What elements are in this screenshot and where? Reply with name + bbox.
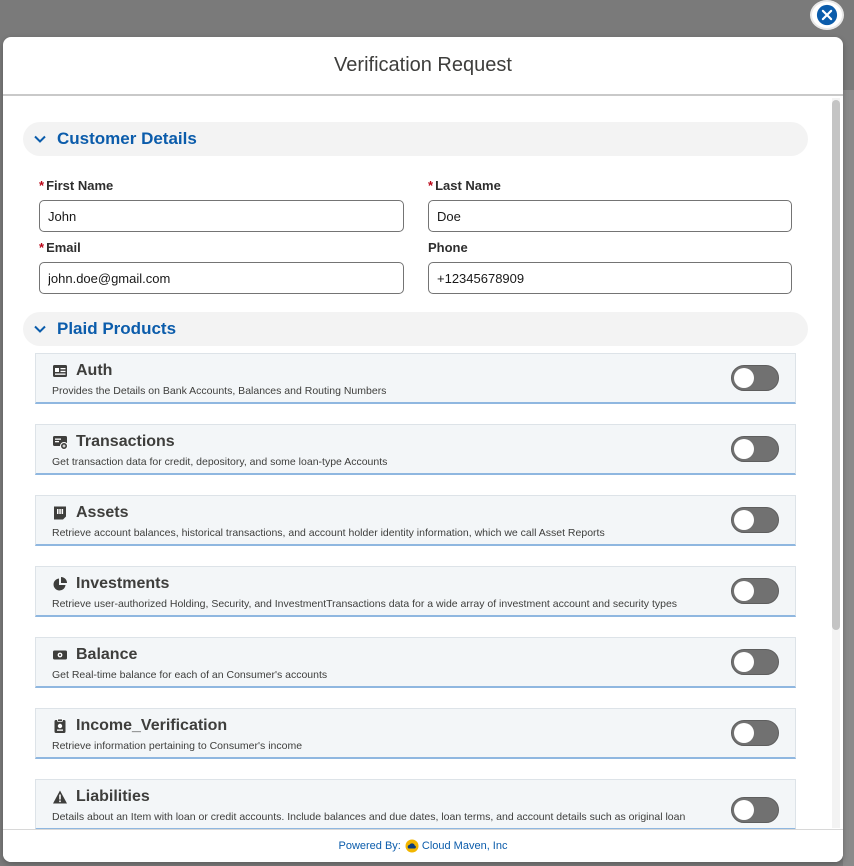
liabilities-toggle[interactable] bbox=[731, 797, 779, 823]
id-card-icon bbox=[52, 363, 68, 379]
powered-by-label: Powered By: bbox=[338, 840, 401, 852]
email-label: * Email bbox=[39, 240, 81, 255]
products-list: Auth Provides the Details on Bank Accoun… bbox=[23, 353, 809, 829]
first-name-input[interactable] bbox=[39, 200, 404, 232]
transactions-icon bbox=[52, 434, 68, 450]
balance-toggle[interactable] bbox=[731, 649, 779, 675]
modal-body: Customer Details *First Name *Last Name … bbox=[3, 96, 843, 829]
product-name: Auth bbox=[76, 362, 113, 379]
required-marker: * bbox=[39, 178, 45, 193]
phone-label: Phone bbox=[428, 240, 468, 255]
product-card-income-verification: Income_Verification Retrieve information… bbox=[35, 708, 796, 759]
customer-form: *First Name *Last Name *Email Phone bbox=[23, 178, 809, 302]
product-name: Investments bbox=[76, 575, 170, 592]
section-title: Plaid Products bbox=[57, 319, 177, 338]
toggle-knob bbox=[734, 581, 754, 601]
email-input[interactable] bbox=[39, 262, 404, 294]
product-description: Retrieve information pertaining to Consu… bbox=[52, 740, 303, 752]
toggle-knob bbox=[734, 368, 754, 388]
transactions-toggle[interactable] bbox=[731, 436, 779, 462]
first-name-label: * First Name bbox=[39, 178, 114, 193]
investments-toggle[interactable] bbox=[731, 578, 779, 604]
last-name-field: * Last Name bbox=[428, 178, 792, 232]
product-description: Details about an Item with loan or credi… bbox=[52, 811, 686, 823]
product-card-investments: Investments Retrieve user-authorized Hol… bbox=[35, 566, 796, 617]
product-name: Income_Verification bbox=[76, 717, 228, 734]
assets-icon bbox=[52, 505, 68, 521]
phone-field: Phone bbox=[428, 240, 792, 294]
income-icon bbox=[52, 718, 68, 734]
verification-modal: Verification Request Customer Details * F… bbox=[3, 37, 843, 862]
product-card-balance: Balance Get Real-time balance for each o… bbox=[35, 637, 796, 688]
product-card-liabilities: Liabilities Details about an Item with l… bbox=[35, 779, 796, 829]
product-description: Retrieve account balances, historical tr… bbox=[52, 527, 605, 539]
toggle-knob bbox=[734, 439, 754, 459]
product-name: Transactions bbox=[76, 433, 175, 450]
close-icon bbox=[816, 4, 838, 26]
modal-title: Verification Request bbox=[334, 54, 512, 76]
modal-header: Verification Request bbox=[3, 37, 843, 96]
product-card-transactions: Transactions Get transaction data for cr… bbox=[35, 424, 796, 475]
required-marker: * bbox=[428, 178, 434, 193]
toggle-knob bbox=[734, 800, 754, 820]
auth-toggle[interactable] bbox=[731, 365, 779, 391]
section-header-customer-details[interactable]: Customer Details bbox=[23, 122, 808, 156]
close-button[interactable] bbox=[810, 0, 844, 30]
required-marker: * bbox=[39, 240, 45, 255]
product-name: Balance bbox=[76, 646, 138, 663]
income-verification-toggle[interactable] bbox=[731, 720, 779, 746]
modal-footer: Powered By: Cloud Maven, Inc bbox=[3, 829, 843, 862]
product-card-auth: Auth Provides the Details on Bank Accoun… bbox=[35, 353, 796, 404]
email-field: * Email bbox=[39, 240, 404, 294]
cloud-maven-logo-icon bbox=[405, 839, 419, 853]
last-name-label: * Last Name bbox=[428, 178, 501, 193]
last-name-input[interactable] bbox=[428, 200, 792, 232]
scrollbar[interactable] bbox=[832, 98, 840, 828]
scrollbar-thumb[interactable] bbox=[832, 100, 840, 630]
product-description: Provides the Details on Bank Accounts, B… bbox=[52, 385, 387, 397]
phone-input[interactable] bbox=[428, 262, 792, 294]
toggle-knob bbox=[734, 510, 754, 530]
product-name: Assets bbox=[76, 504, 129, 521]
toggle-knob bbox=[734, 723, 754, 743]
product-description: Get transaction data for credit, deposit… bbox=[52, 456, 388, 468]
product-description: Get Real-time balance for each of an Con… bbox=[52, 669, 328, 681]
chevron-down-icon bbox=[34, 325, 46, 333]
assets-toggle[interactable] bbox=[731, 507, 779, 533]
pie-chart-icon bbox=[52, 576, 68, 592]
warning-icon bbox=[52, 789, 68, 805]
toggle-knob bbox=[734, 652, 754, 672]
money-icon bbox=[52, 647, 68, 663]
company-link[interactable]: Cloud Maven, Inc bbox=[422, 840, 508, 852]
section-header-plaid-products[interactable]: Plaid Products bbox=[23, 312, 808, 346]
background-page-edge bbox=[843, 90, 854, 866]
chevron-down-icon bbox=[34, 135, 46, 143]
section-title: Customer Details bbox=[57, 129, 197, 148]
product-name: Liabilities bbox=[76, 788, 150, 805]
first-name-field: * First Name bbox=[39, 178, 404, 232]
product-card-assets: Assets Retrieve account balances, histor… bbox=[35, 495, 796, 546]
product-description: Retrieve user-authorized Holding, Securi… bbox=[52, 598, 678, 610]
